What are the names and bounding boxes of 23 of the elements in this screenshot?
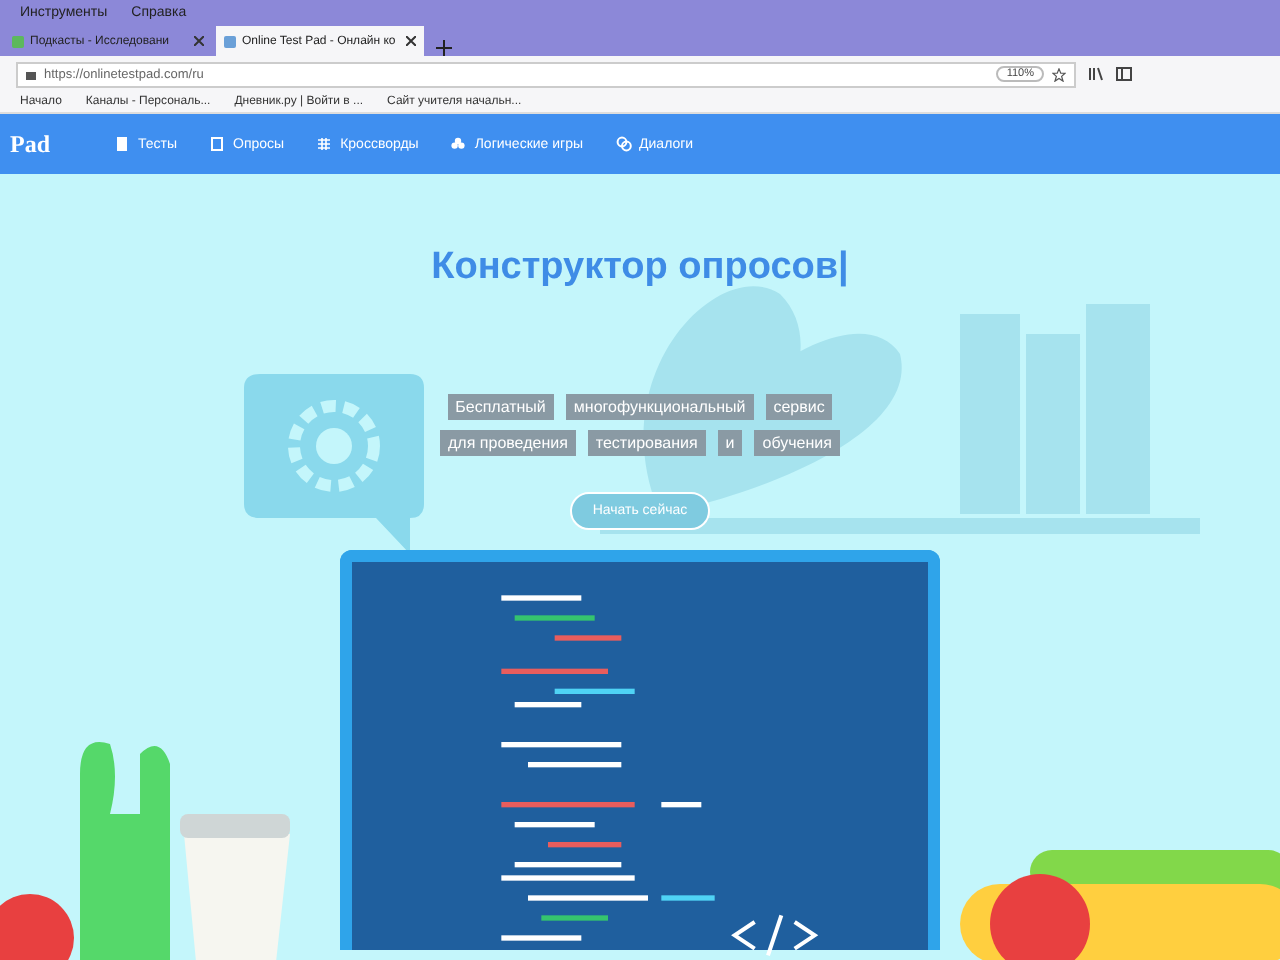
tagline-word: для проведения [440,430,576,456]
tagline-word: тестирования [587,430,706,456]
lock-icon [26,68,36,80]
clipboard-icon [209,136,226,152]
new-tab-icon[interactable] [436,40,452,56]
tagline-word: Бесплатный [447,394,554,420]
star-icon[interactable] [1052,67,1066,81]
sidebar-icon[interactable] [1116,66,1132,82]
favicon-icon [12,35,24,47]
library-icon[interactable] [1088,66,1104,82]
clover-icon [450,136,467,152]
tagline-word: многофункциональный [565,394,754,420]
tagline-word: сервис [765,394,833,420]
grid-icon [316,136,333,152]
favicon-icon [224,35,236,47]
document-icon [114,136,130,152]
page-title: Конструктор опросов| [431,246,849,290]
tagline-word: обучения [754,430,840,456]
chat-icon [615,136,632,152]
tagline-word: и [717,430,743,456]
close-icon[interactable] [406,36,416,46]
apple-drawing [0,894,74,960]
site-logo[interactable]: Pad [10,129,114,159]
